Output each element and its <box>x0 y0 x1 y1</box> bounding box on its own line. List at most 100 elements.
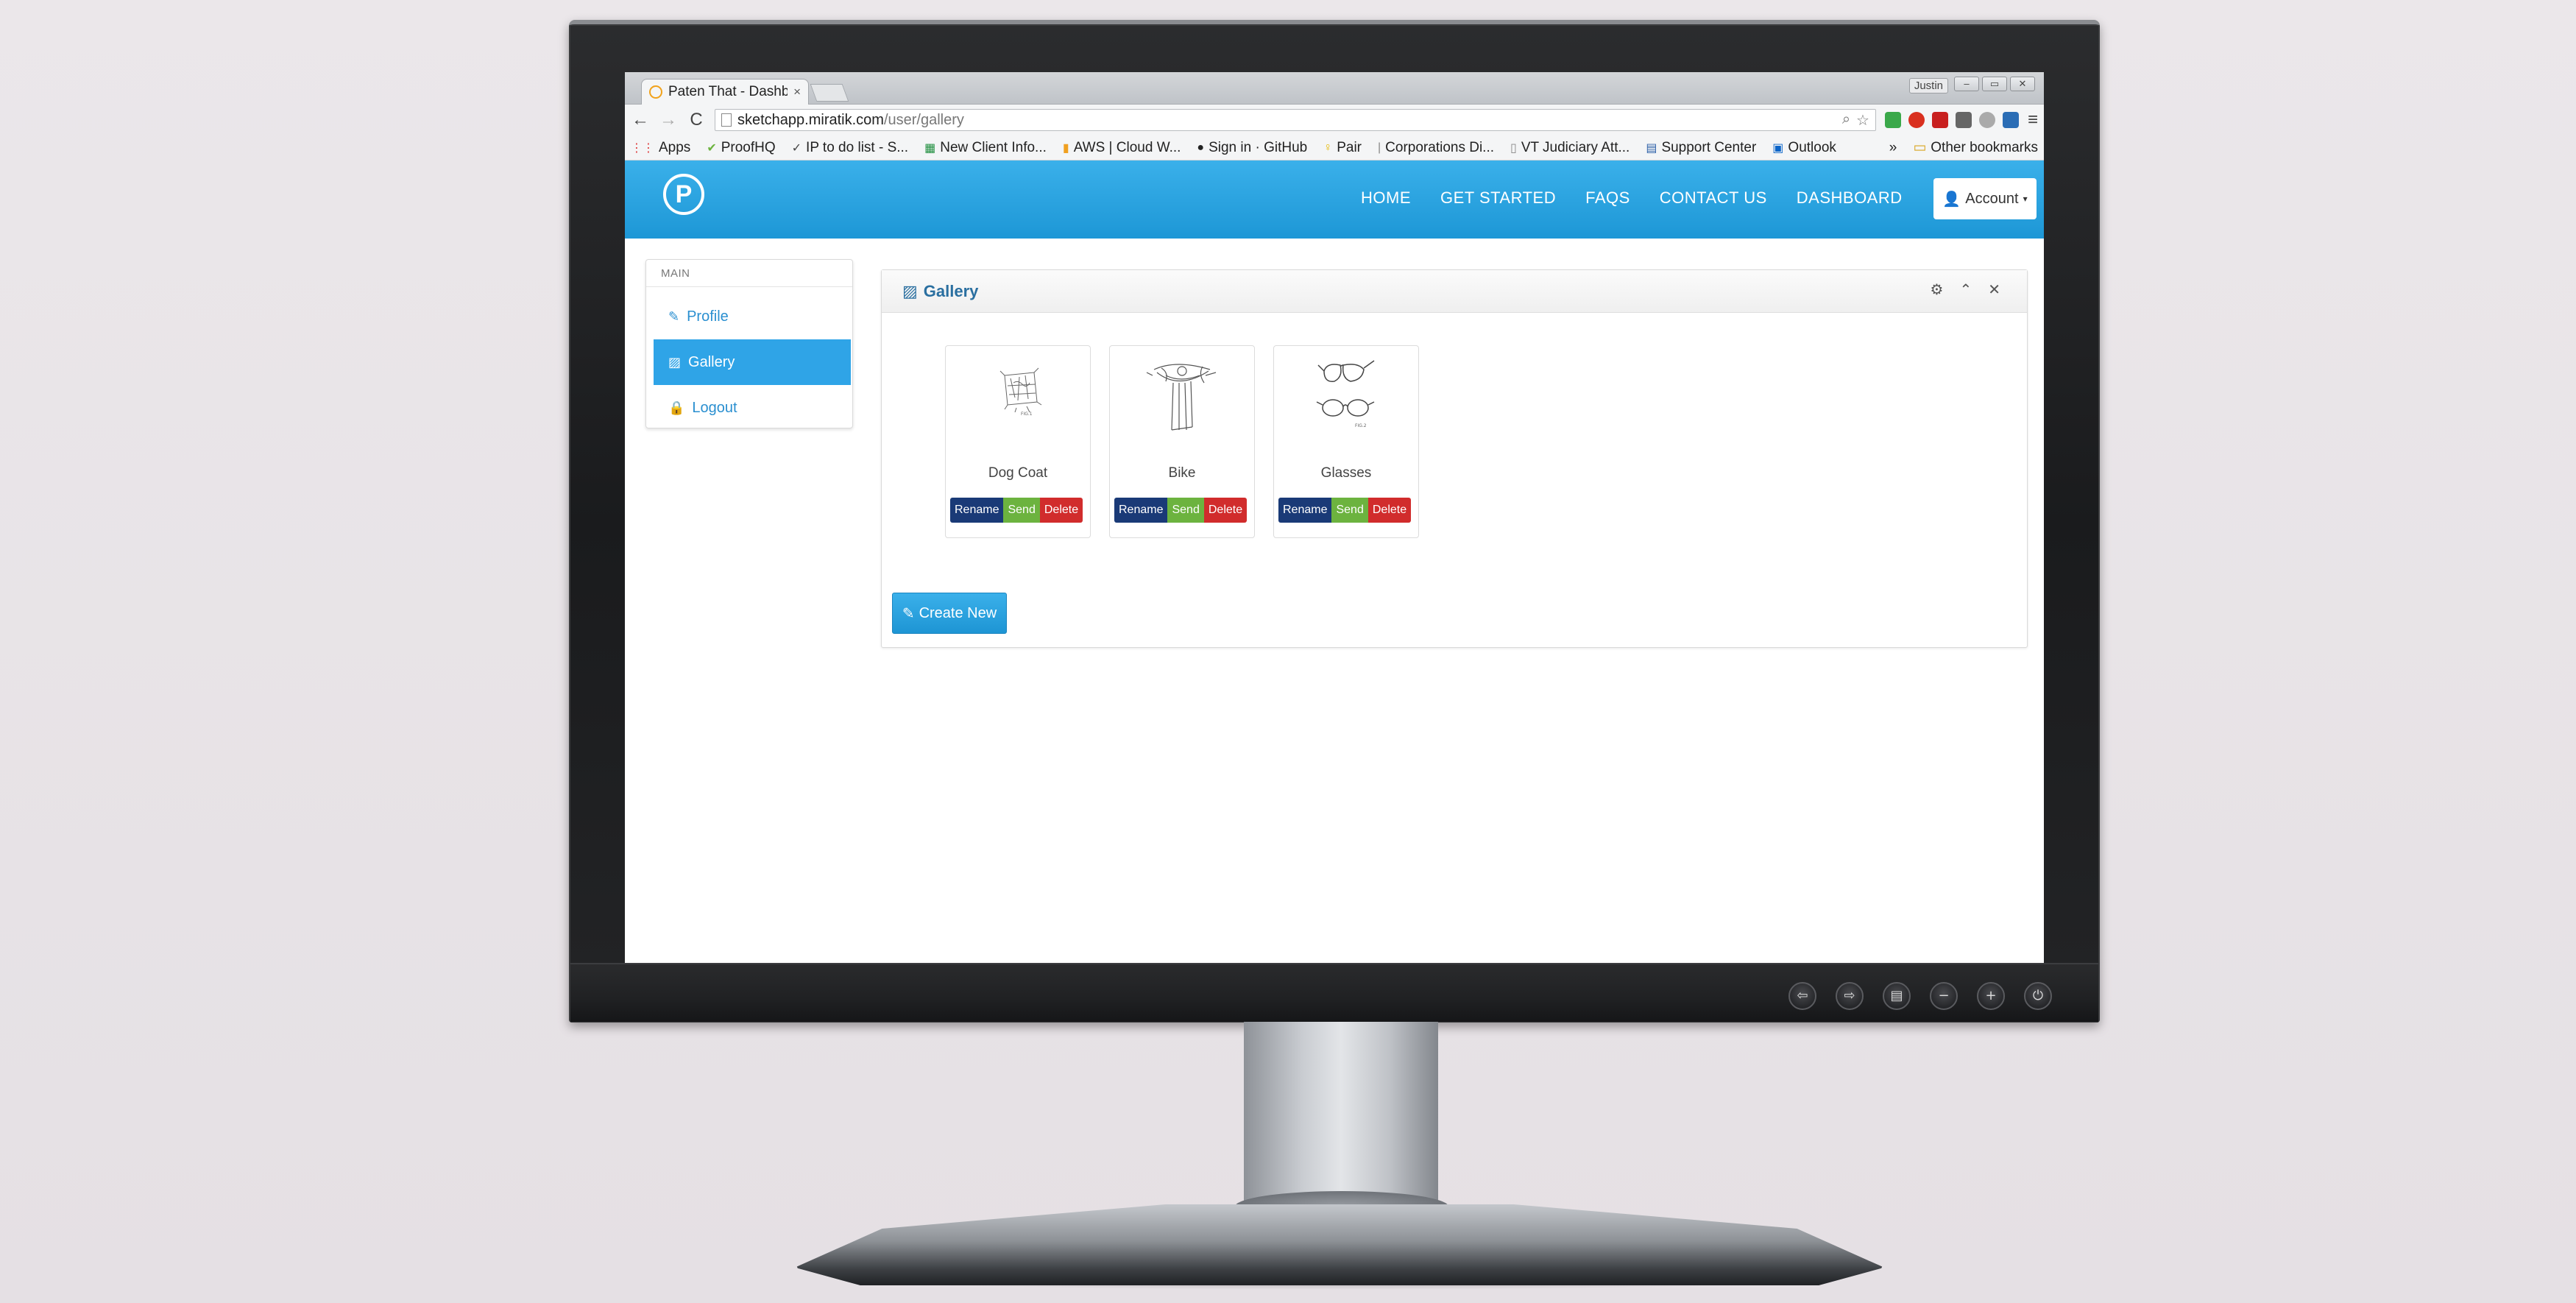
monitor-plus-icon: + <box>1977 982 2005 1010</box>
user-icon: 👤 <box>1942 191 1961 208</box>
bookmark-github[interactable]: ● Sign in · GitHub <box>1197 140 1307 156</box>
rename-button[interactable]: Rename <box>950 498 1004 523</box>
apps-grid-icon: ⋮⋮ <box>631 141 654 155</box>
browser-window: Paten That - Dashbo × Justin – ▭ ✕ ← → C… <box>625 72 2044 963</box>
bookmark-label: Apps <box>659 139 691 155</box>
extension-green-icon[interactable] <box>1884 112 1901 128</box>
card-actions: Rename Send Delete <box>950 498 1083 523</box>
bookmarks-overflow-icon[interactable]: » <box>1889 140 1897 156</box>
extension-hand-icon[interactable] <box>1955 112 1972 128</box>
bookmark-proofhq[interactable]: ✔ ProofHQ <box>707 140 775 156</box>
panel-tools: ⚙ ⌃ ✕ <box>1931 280 2000 299</box>
nav-home[interactable]: HOME <box>1361 188 1411 208</box>
window-controls: – ▭ ✕ <box>1954 77 2035 91</box>
sheets-icon: ▦ <box>924 141 936 155</box>
picture-icon: ▨ <box>668 354 682 370</box>
send-button[interactable]: Send <box>1331 498 1368 523</box>
send-button[interactable]: Send <box>1167 498 1204 523</box>
sidebar-item-gallery[interactable]: ▨ Gallery <box>654 339 851 385</box>
chrome-menu-icon[interactable]: ≡ <box>2028 110 2038 130</box>
adblock-icon[interactable] <box>1931 112 1948 128</box>
sidebar-divider <box>646 286 852 287</box>
site-nav: HOME GET STARTED FAQS CONTACT US DASHBOA… <box>1361 188 1903 208</box>
window-user-badge[interactable]: Justin <box>1908 78 1948 93</box>
bookmark-star-icon[interactable]: ☆ <box>1856 111 1869 130</box>
bookmark-corporations[interactable]: | Corporations Di... <box>1378 140 1494 156</box>
rename-button[interactable]: Rename <box>1278 498 1332 523</box>
collapse-icon[interactable]: ⌃ <box>1959 280 1972 299</box>
site-logo[interactable]: P <box>663 174 704 215</box>
monitor-base <box>795 1204 1884 1285</box>
dog-coat-sketch-image[interactable]: FIG.1 <box>975 353 1062 433</box>
bookmark-label: Support Center <box>1661 139 1757 155</box>
delete-button[interactable]: Delete <box>1367 498 1412 523</box>
tab-title: Paten That - Dashbo <box>668 84 788 99</box>
site-header: P HOME GET STARTED FAQS CONTACT US DASHB… <box>625 160 2044 239</box>
monitor-input-icon: ⇦ <box>1788 982 1816 1010</box>
bookmark-aws[interactable]: ▮ AWS | Cloud W... <box>1063 140 1181 156</box>
rename-button[interactable]: Rename <box>1114 498 1168 523</box>
new-tab-button[interactable] <box>810 84 849 102</box>
monitor-controls: ⇦ ⇨ ▤ − + ⏻ <box>1788 981 2052 1011</box>
back-arrow-icon[interactable]: ← <box>631 110 650 130</box>
extension-pin-icon[interactable] <box>1978 112 1995 128</box>
gallery-card: FIG.1 Dog Coat Rename Send Delete <box>945 345 1091 538</box>
extension-opera-icon[interactable] <box>1908 112 1925 128</box>
glasses-sketch-image[interactable]: FIG.2 <box>1303 353 1390 433</box>
nav-get-started[interactable]: GET STARTED <box>1440 188 1556 208</box>
forward-arrow-icon[interactable]: → <box>659 110 678 130</box>
gallery-card: Bike Rename Send Delete <box>1109 345 1255 538</box>
delete-button[interactable]: Delete <box>1039 498 1083 523</box>
bookmark-outlook[interactable]: ▣ Outlook <box>1772 140 1836 156</box>
create-new-button[interactable]: ✎ Create New <box>892 593 1007 634</box>
other-bookmarks[interactable]: ▭ Other bookmarks <box>1913 139 2038 156</box>
github-icon: ● <box>1197 141 1205 154</box>
page-icon: ▯ <box>1510 141 1517 155</box>
bookmark-label: Outlook <box>1788 139 1836 155</box>
bookmark-pair[interactable]: ♀ Pair <box>1323 140 1362 156</box>
bookmark-support-center[interactable]: ▤ Support Center <box>1646 140 1756 156</box>
bookmark-ip-todo[interactable]: ✓ IP to do list - S... <box>792 140 908 156</box>
address-bar[interactable]: sketchapp.miratik.com/user/gallery ⌕ ☆ <box>715 109 1876 131</box>
panel-title: ▨ Gallery <box>902 282 978 301</box>
browser-tab[interactable]: Paten That - Dashbo × <box>641 79 809 105</box>
bookmark-new-client[interactable]: ▦ New Client Info... <box>924 140 1047 156</box>
nav-dashboard[interactable]: DASHBOARD <box>1797 188 1903 208</box>
sidebar-item-logout[interactable]: 🔒 Logout <box>654 385 851 431</box>
account-dropdown-button[interactable]: 👤 Account ▾ <box>1933 178 2037 219</box>
lightbulb-icon: ♀ <box>1323 141 1333 154</box>
extension-blue-icon[interactable] <box>2002 112 2019 128</box>
bookmarks-bar: ⋮⋮ Apps ✔ ProofHQ ✓ IP to do list - S... ▦ N… <box>625 135 2044 160</box>
sidebar-item-label: Profile <box>687 308 729 325</box>
maximize-button[interactable]: ▭ <box>1982 77 2007 91</box>
bookmark-label: New Client Info... <box>940 139 1047 155</box>
bike-sketch-image[interactable] <box>1139 353 1226 433</box>
nav-contact-us[interactable]: CONTACT US <box>1660 188 1767 208</box>
nav-faqs[interactable]: FAQS <box>1585 188 1630 208</box>
reload-icon[interactable]: C <box>687 110 706 130</box>
monitor-source-icon: ⇨ <box>1836 982 1864 1010</box>
bookmark-vt-judiciary[interactable]: ▯ VT Judiciary Att... <box>1510 140 1630 156</box>
sidebar-item-label: Logout <box>692 399 737 416</box>
extensions-area <box>1884 112 2019 128</box>
send-button[interactable]: Send <box>1003 498 1040 523</box>
close-tab-icon[interactable]: × <box>793 85 801 99</box>
monitor-power-icon: ⏻ <box>2024 982 2052 1010</box>
delete-button[interactable]: Delete <box>1203 498 1248 523</box>
bookmark-apps[interactable]: ⋮⋮ Apps <box>631 140 690 156</box>
sidebar: MAIN ✎ Profile ▨ Gallery 🔒 Logout <box>645 259 853 428</box>
close-icon[interactable]: ✕ <box>1988 280 2000 299</box>
panel-title-text: Gallery <box>923 282 979 300</box>
settings-icon[interactable]: ⚙ <box>1931 280 1944 299</box>
create-new-label: Create New <box>919 604 997 621</box>
zoom-icon[interactable]: ⌕ <box>1842 111 1850 130</box>
minimize-button[interactable]: – <box>1954 77 1979 91</box>
close-window-button[interactable]: ✕ <box>2010 77 2035 91</box>
card-actions: Rename Send Delete <box>1114 498 1248 523</box>
caret-down-icon: ▾ <box>2023 194 2028 204</box>
account-label: Account <box>1965 190 2019 207</box>
sidebar-item-profile[interactable]: ✎ Profile <box>654 294 851 339</box>
picture-icon: ▨ <box>902 282 918 300</box>
panel-header: ▨ Gallery ⚙ ⌃ ✕ <box>882 270 2027 313</box>
lock-icon: 🔒 <box>668 400 685 415</box>
